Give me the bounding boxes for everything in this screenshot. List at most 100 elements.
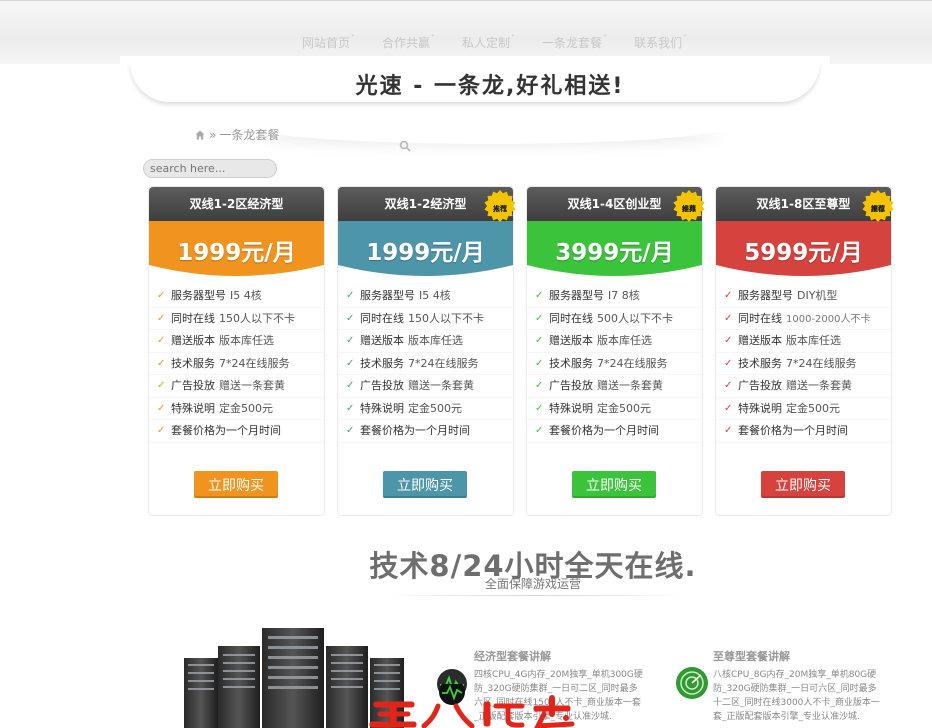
premium-plan-heading: 至尊型套餐讲解 bbox=[713, 650, 790, 663]
plan-features: ✓ 服务器型号 DIY机型 ✓ 同时在线 1000-2000人不卡 ✓ 赠送版本 版本库任选 ✓ 技… bbox=[716, 285, 891, 443]
chevron-down-icon: ˅ bbox=[683, 34, 688, 43]
nav-item-packages[interactable]: 一条龙套餐 ˅ bbox=[542, 34, 607, 51]
buy-now-button[interactable]: 立即购买 bbox=[761, 471, 845, 498]
headline-tab-cover bbox=[120, 56, 830, 64]
plan-price: 5999元/月 bbox=[744, 240, 863, 266]
promo-subtitle: 全面保障游戏运营 bbox=[484, 577, 581, 591]
feature-item: ✓ 特殊说明 定金500元 bbox=[527, 398, 702, 420]
check-icon: ✓ bbox=[346, 290, 355, 301]
feature-value: 定金500元 bbox=[408, 401, 462, 415]
feature-key: 同时在线 bbox=[360, 311, 404, 325]
check-icon: ✓ bbox=[346, 312, 355, 324]
breadcrumb-separator: » bbox=[209, 127, 217, 142]
nav-item-cooperation[interactable]: 合作共赢 ˅ bbox=[382, 34, 435, 51]
search-input[interactable] bbox=[143, 159, 277, 178]
home-icon[interactable] bbox=[195, 130, 205, 140]
check-icon: ✓ bbox=[346, 402, 355, 414]
breadcrumb: » 一条龙套餐 bbox=[195, 126, 279, 143]
feature-item: ✓ 特殊说明 定金500元 bbox=[338, 398, 513, 420]
feature-value: 7*24在线服务 bbox=[786, 356, 857, 370]
plan-features: ✓ 服务器型号 I5 4核 ✓ 同时在线 150人以下不卡 ✓ 赠送版本 版本库任选 ✓ 技术服务 7… bbox=[149, 285, 324, 443]
check-icon: ✓ bbox=[157, 402, 166, 414]
feature-value: 定金500元 bbox=[597, 401, 651, 415]
recommend-badge: 人气 推荐 bbox=[483, 189, 517, 223]
feature-item: ✓ 特殊说明 定金500元 bbox=[149, 398, 324, 420]
check-icon: ✓ bbox=[157, 357, 166, 369]
feature-item: ✓ 服务器型号 I7 8核 bbox=[527, 285, 702, 308]
nav-item-home[interactable]: 网站首页 ˅ bbox=[302, 34, 355, 51]
feature-key: 套餐价格为一个月时间 bbox=[360, 424, 470, 437]
feature-key: 技术服务 bbox=[360, 356, 404, 370]
feature-item: ✓ 同时在线 150人以下不卡 bbox=[338, 308, 513, 330]
plan-card: 双线1-2区经济型 1999元/月 ✓ 服务器型号 I5 4核 ✓ 同时在线 150人以下不卡… bbox=[148, 186, 325, 516]
feature-key: 套餐价格为一个月时间 bbox=[738, 424, 848, 437]
feature-item: ✓ 套餐价格为一个月时间 bbox=[527, 420, 702, 443]
feature-value: I5 4核 bbox=[419, 289, 451, 302]
feature-key: 服务器型号 bbox=[171, 289, 226, 302]
feature-value: 赠送一条套黄 bbox=[597, 379, 663, 392]
check-icon: ✓ bbox=[724, 380, 733, 391]
feature-value: 定金500元 bbox=[786, 401, 840, 415]
plan-price: 1999元/月 bbox=[366, 240, 485, 266]
feature-value: 150人以下不卡 bbox=[219, 311, 295, 325]
plan-features: ✓ 服务器型号 I7 8核 ✓ 同时在线 500人以下不卡 ✓ 赠送版本 版本库任选 ✓ 技术服务 7… bbox=[527, 285, 702, 443]
feature-key: 赠送版本 bbox=[738, 334, 782, 347]
feature-value: 赠送一条套黄 bbox=[219, 379, 285, 392]
feature-item: ✓ 套餐价格为一个月时间 bbox=[716, 420, 891, 443]
feature-key: 技术服务 bbox=[171, 356, 215, 370]
feature-item: ✓ 技术服务 7*24在线服务 bbox=[149, 353, 324, 375]
feature-key: 套餐价格为一个月时间 bbox=[171, 424, 281, 437]
search-icon[interactable] bbox=[399, 140, 411, 152]
check-icon: ✓ bbox=[346, 425, 355, 436]
plan-card: 双线1-8区至尊型 5999元/月 超值 推荐 ✓ 服务器型号 DIY机型 ✓ 同时在线 1000… bbox=[715, 186, 895, 516]
feature-value: 定金500元 bbox=[219, 401, 273, 415]
check-icon: ✓ bbox=[724, 290, 733, 301]
feature-value: I5 4核 bbox=[230, 289, 262, 302]
check-icon: ✓ bbox=[346, 380, 355, 391]
feature-key: 技术服务 bbox=[738, 356, 782, 370]
feature-value: 版本库任选 bbox=[597, 334, 652, 347]
feature-item: ✓ 广告投放 赠送一条套黄 bbox=[527, 375, 702, 398]
top-nav-band: 网站首页 ˅ 合作共赢 ˅ 私人定制 ˅ 一条龙套餐 ˅ 联系我们 ˅ bbox=[0, 0, 932, 64]
feature-item: ✓ 服务器型号 I5 4核 bbox=[149, 285, 324, 308]
feature-value: 1000-2000人不卡 bbox=[786, 313, 871, 325]
check-icon: ✓ bbox=[157, 425, 166, 436]
feature-item: ✓ 赠送版本 版本库任选 bbox=[716, 330, 891, 353]
plan-features: ✓ 服务器型号 I5 4核 ✓ 同时在线 150人以下不卡 ✓ 赠送版本 版本库任选 ✓ 技术服务 7… bbox=[338, 285, 513, 443]
feature-item: ✓ 同时在线 150人以下不卡 bbox=[149, 308, 324, 330]
check-icon: ✓ bbox=[157, 290, 166, 301]
forum-watermark-logo bbox=[369, 684, 575, 728]
feature-value: I7 8核 bbox=[608, 289, 640, 302]
check-icon: ✓ bbox=[724, 402, 733, 414]
feature-key: 特殊说明 bbox=[360, 401, 404, 415]
feature-key: 特殊说明 bbox=[171, 401, 215, 415]
price-banner: 3999元/月 bbox=[527, 221, 702, 281]
nav-item-custom[interactable]: 私人定制 ˅ bbox=[462, 34, 515, 51]
buy-now-button[interactable]: 立即购买 bbox=[383, 471, 467, 498]
feature-item: ✓ 广告投放 赠送一条套黄 bbox=[338, 375, 513, 398]
feature-key: 同时在线 bbox=[171, 311, 215, 325]
recommend-badge: 超值 推荐 bbox=[861, 189, 895, 223]
nav-item-contact[interactable]: 联系我们 ˅ bbox=[634, 34, 687, 51]
feature-item: ✓ 赠送版本 版本库任选 bbox=[338, 330, 513, 353]
feature-key: 赠送版本 bbox=[171, 334, 215, 347]
radar-icon bbox=[676, 667, 708, 699]
plan-title: 双线1-2区经济型 bbox=[149, 187, 324, 221]
plan-price: 3999元/月 bbox=[555, 240, 674, 266]
feature-key: 同时在线 bbox=[738, 311, 782, 325]
premium-plan-info: 至尊型套餐讲解 八核CPU_8G内存_20M独享_单机80G硬防_320G硬防集… bbox=[713, 648, 883, 724]
feature-item: ✓ 技术服务 7*24在线服务 bbox=[338, 353, 513, 375]
check-icon: ✓ bbox=[535, 312, 544, 324]
feature-item: ✓ 广告投放 赠送一条套黄 bbox=[149, 375, 324, 398]
feature-item: ✓ 套餐价格为一个月时间 bbox=[149, 420, 324, 443]
plan-price: 1999元/月 bbox=[177, 240, 296, 266]
buy-now-button[interactable]: 立即购买 bbox=[194, 471, 278, 498]
feature-item: ✓ 广告投放 赠送一条套黄 bbox=[716, 375, 891, 398]
plan-card: 双线1-2经济型 1999元/月 人气 推荐 ✓ 服务器型号 I5 4核 ✓ 同时在线 150人以… bbox=[337, 186, 517, 516]
feature-value: 版本库任选 bbox=[786, 334, 841, 347]
feature-item: ✓ 特殊说明 定金500元 bbox=[716, 398, 891, 420]
feature-key: 服务器型号 bbox=[549, 289, 604, 302]
feature-value: 7*24在线服务 bbox=[408, 356, 479, 370]
buy-now-button[interactable]: 立即购买 bbox=[572, 471, 656, 498]
check-icon: ✓ bbox=[346, 357, 355, 369]
